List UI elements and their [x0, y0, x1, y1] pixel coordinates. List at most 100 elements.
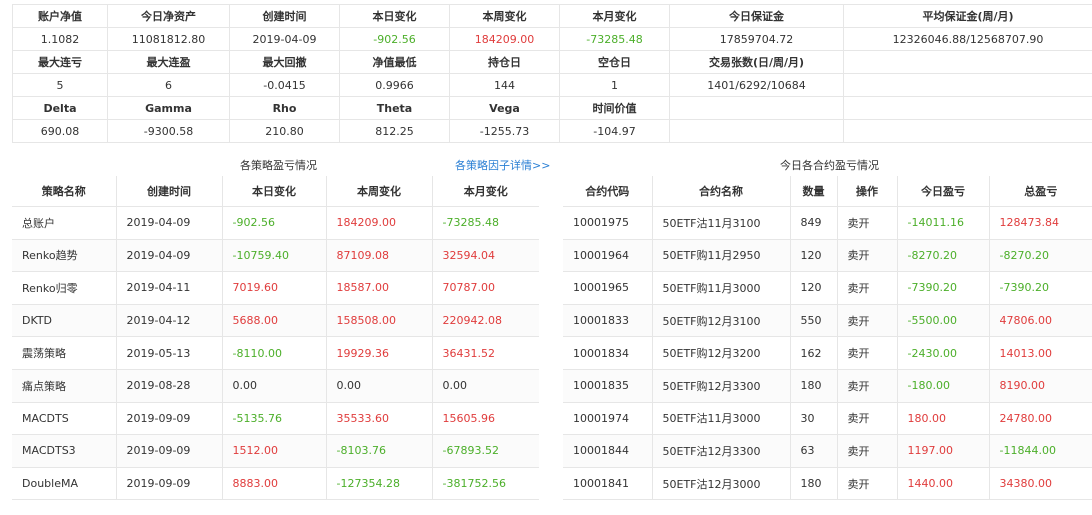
strategy-row[interactable]: 震荡策略 2019-05-13 -8110.00 19929.36 36431.52: [12, 336, 539, 370]
contract-code: 10001965: [563, 271, 653, 305]
strategy-month-change: 70787.00: [432, 271, 539, 305]
summary-label: 账户净值: [12, 4, 108, 28]
summary-label: 时间价值: [559, 96, 670, 120]
contract-row[interactable]: 10001964 50ETF购11月2950 120 卖开 -8270.20 -8270.…: [563, 239, 1092, 273]
strategy-factor-detail-link[interactable]: 各策略因子详情>>: [455, 157, 550, 173]
strategy-row[interactable]: MACDTS 2019-09-09 -5135.76 35533.60 15605.96: [12, 402, 539, 436]
summary-header-row: 账户净值 今日净资产 创建时间 本日变化 本周变化 本月变化 今日保证金 平均保证金(周/月): [12, 4, 1092, 28]
strategy-month-change: -67893.52: [432, 434, 539, 468]
strategy-row[interactable]: Renko趋势 2019-04-09 -10759.40 87109.08 32594.…: [12, 239, 539, 273]
contract-operation: 卖开: [837, 434, 898, 468]
summary-value: 184209.00: [449, 27, 560, 51]
strategy-month-change: 0.00: [432, 369, 539, 403]
strategy-name: DKTD: [12, 304, 117, 338]
summary-label: 最大连盈: [107, 50, 230, 74]
contract-row[interactable]: 10001974 50ETF沽11月3000 30 卖开 180.00 24780.00: [563, 402, 1092, 436]
strategy-row[interactable]: 总账户 2019-04-09 -902.56 184209.00 -73285.48: [12, 206, 539, 240]
contract-column-header: 今日盈亏: [897, 176, 990, 207]
strategy-name: MACDTS3: [12, 434, 117, 468]
summary-value: 1: [559, 73, 670, 97]
contract-today-pnl: -8270.20: [897, 239, 990, 273]
contract-row[interactable]: 10001965 50ETF购11月3000 120 卖开 -7390.20 -7390.…: [563, 271, 1092, 305]
strategy-pnl-table: 策略名称 创建时间 本日变化 本周变化 本月变化 总账户 2019-04-09 -902.5…: [12, 176, 539, 501]
contract-quantity: 30: [790, 402, 838, 436]
strategy-month-change: 15605.96: [432, 402, 539, 436]
strategy-name: 痛点策略: [12, 369, 117, 403]
summary-value: 690.08: [12, 119, 108, 143]
contract-name: 50ETF购12月3300: [652, 369, 791, 403]
strategy-row[interactable]: 痛点策略 2019-08-28 0.00 0.00 0.00: [12, 369, 539, 403]
contract-total-pnl: 8190.00: [989, 369, 1092, 403]
contract-section-title: 今日各合约盈亏情况: [780, 159, 879, 172]
summary-label: 本日变化: [339, 4, 450, 28]
contract-column-header: 操作: [837, 176, 898, 207]
contract-code: 10001844: [563, 434, 653, 468]
summary-label: Vega: [449, 96, 560, 120]
contract-total-pnl: -8270.20: [989, 239, 1092, 273]
strategy-column-header: 创建时间: [116, 176, 223, 207]
contract-name: 50ETF沽11月3000: [652, 402, 791, 436]
strategy-column-header: 本月变化: [432, 176, 539, 207]
strategy-name: Renko归零: [12, 271, 117, 305]
summary-label: 最大连亏: [12, 50, 108, 74]
summary-value-row: 1.1082 11081812.80 2019-04-09 -902.56 184209…: [12, 27, 1092, 51]
summary-label: 本周变化: [449, 4, 560, 28]
contract-row[interactable]: 10001844 50ETF沽12月3300 63 卖开 1197.00 -11844.0…: [563, 434, 1092, 468]
strategy-column-header: 本日变化: [222, 176, 327, 207]
strategy-column-header: 策略名称: [12, 176, 117, 207]
contract-row[interactable]: 10001834 50ETF购12月3200 162 卖开 -2430.00 14013.…: [563, 336, 1092, 370]
summary-label: 最大回撤: [229, 50, 340, 74]
summary-value: 12326046.88/12568707.90: [843, 27, 1092, 51]
strategy-row[interactable]: DoubleMA 2019-09-09 8883.00 -127354.28 -3817…: [12, 467, 539, 501]
strategy-week-change: 19929.36: [326, 336, 433, 370]
summary-value: -0.0415: [229, 73, 340, 97]
contract-total-pnl: 47806.00: [989, 304, 1092, 338]
contract-name: 50ETF沽12月3300: [652, 434, 791, 468]
summary-value: -104.97: [559, 119, 670, 143]
contract-today-pnl: -14011.16: [897, 206, 990, 240]
contract-name: 50ETF购12月3200: [652, 336, 791, 370]
strategy-month-change: 36431.52: [432, 336, 539, 370]
summary-label: 净值最低: [339, 50, 450, 74]
summary-label: Gamma: [107, 96, 230, 120]
contract-today-pnl: -5500.00: [897, 304, 990, 338]
summary-label: 空仓日: [559, 50, 670, 74]
contract-row[interactable]: 10001833 50ETF购12月3100 550 卖开 -5500.00 47806.…: [563, 304, 1092, 338]
strategy-row[interactable]: MACDTS3 2019-09-09 1512.00 -8103.76 -67893.5…: [12, 434, 539, 468]
strategy-name: DoubleMA: [12, 467, 117, 501]
summary-value: -9300.58: [107, 119, 230, 143]
strategy-month-change: 220942.08: [432, 304, 539, 338]
contract-total-pnl: 24780.00: [989, 402, 1092, 436]
summary-value: 1401/6292/10684: [669, 73, 844, 97]
strategy-name: 震荡策略: [12, 336, 117, 370]
contract-row[interactable]: 10001835 50ETF购12月3300 180 卖开 -180.00 8190.00: [563, 369, 1092, 403]
contract-row[interactable]: 10001841 50ETF沽12月3000 180 卖开 1440.00 34380.0…: [563, 467, 1092, 501]
strategy-name: Renko趋势: [12, 239, 117, 273]
contract-total-pnl: 14013.00: [989, 336, 1092, 370]
contract-name: 50ETF购11月2950: [652, 239, 791, 273]
contract-column-header: 总盈亏: [989, 176, 1092, 207]
contract-today-pnl: -180.00: [897, 369, 990, 403]
contract-name: 50ETF购12月3100: [652, 304, 791, 338]
contract-column-header: 合约代码: [563, 176, 653, 207]
summary-value: [669, 119, 844, 143]
strategy-month-change: 32594.04: [432, 239, 539, 273]
summary-value: 1.1082: [12, 27, 108, 51]
summary-value: 144: [449, 73, 560, 97]
account-summary-table: 账户净值 今日净资产 创建时间 本日变化 本周变化 本月变化 今日保证金 平均保证金(周/月)…: [12, 4, 1092, 143]
contract-total-pnl: -7390.20: [989, 271, 1092, 305]
contract-operation: 卖开: [837, 239, 898, 273]
summary-label: [843, 96, 1092, 120]
strategy-created: 2019-09-09: [116, 402, 223, 436]
strategy-created: 2019-04-11: [116, 271, 223, 305]
summary-label: 创建时间: [229, 4, 340, 28]
strategy-day-change: -5135.76: [222, 402, 327, 436]
strategy-week-change: 87109.08: [326, 239, 433, 273]
strategy-column-header: 本周变化: [326, 176, 433, 207]
strategy-row[interactable]: Renko归零 2019-04-11 7019.60 18587.00 70787.00: [12, 271, 539, 305]
strategy-row[interactable]: DKTD 2019-04-12 5688.00 158508.00 220942.08: [12, 304, 539, 338]
summary-label: 今日保证金: [669, 4, 844, 28]
strategy-week-change: -8103.76: [326, 434, 433, 468]
contract-row[interactable]: 10001975 50ETF沽11月3100 849 卖开 -14011.16 12847…: [563, 206, 1092, 240]
contract-today-pnl: 180.00: [897, 402, 990, 436]
